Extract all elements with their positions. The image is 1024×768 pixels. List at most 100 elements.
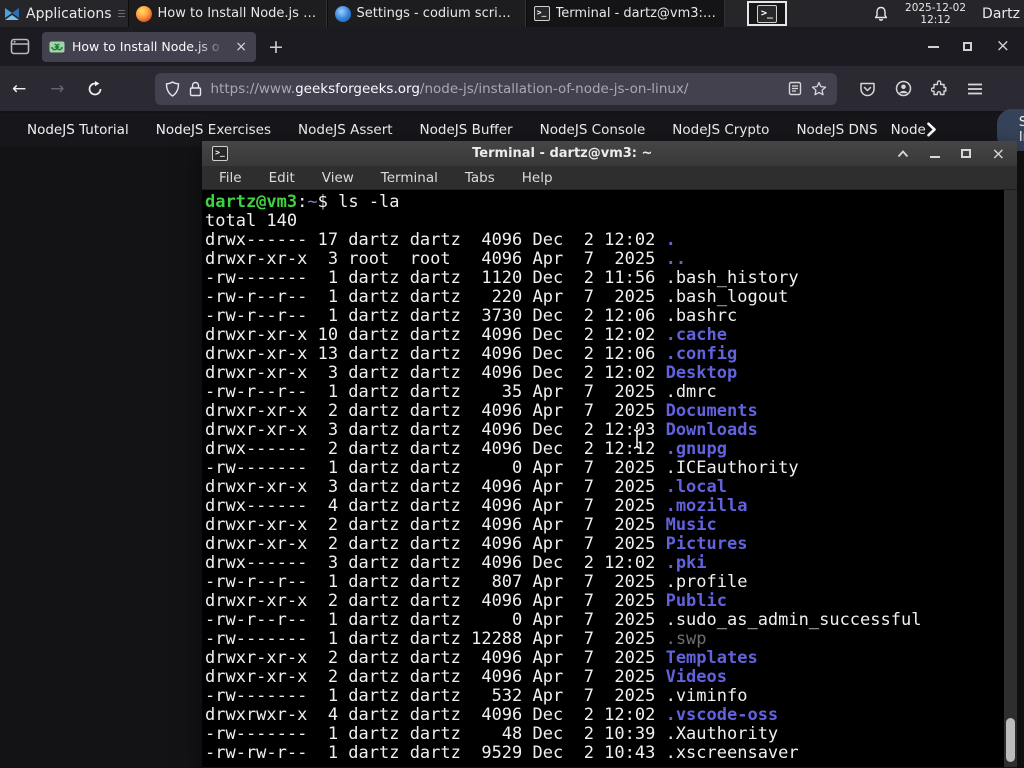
close-icon[interactable]: × xyxy=(992,145,1005,162)
terminal-launcher[interactable]: >_ xyxy=(747,1,788,26)
clock-time: 12:12 xyxy=(920,13,951,26)
taskbar-window-terminal[interactable]: >_ Terminal - dartz@vm3: ~ xyxy=(525,0,725,27)
browser-window-controls: × xyxy=(927,38,1024,55)
panel-clock[interactable]: 2025-12-02 12:12 xyxy=(905,2,966,26)
forward-icon[interactable]: → xyxy=(38,79,76,99)
reload-icon[interactable] xyxy=(87,80,103,97)
terminal-window-title: Terminal - dartz@vm3: ~ xyxy=(472,146,653,161)
tab-title: How to Install Node.js o xyxy=(72,39,220,54)
url-domain: geeksforgeeks.org xyxy=(295,80,420,97)
menu-view[interactable]: View xyxy=(322,170,354,186)
geeksforgeeks-favicon xyxy=(49,41,65,52)
terminal-line: -rw------- 1 dartz dartz 48 Dec 2 10:39 … xyxy=(205,724,779,744)
terminal-output: dartz@vm3:~$ ls -la total 140 drwx------ 1… xyxy=(202,190,1017,763)
shade-window-icon[interactable] xyxy=(897,149,909,158)
taskbar-window-codium[interactable]: Settings - codium script... xyxy=(326,0,526,27)
terminal-icon: >_ xyxy=(212,146,228,161)
clock-date: 2025-12-02 xyxy=(905,1,967,14)
terminal-icon: >_ xyxy=(533,6,550,21)
menu-help[interactable]: Help xyxy=(522,170,553,186)
terminal-title-bar[interactable]: >_ Terminal - dartz@vm3: ~ × xyxy=(202,141,1017,166)
terminal-line: -rw-r--r-- 1 dartz dartz 0 Apr 7 2025 .s… xyxy=(205,610,922,630)
toolbar-right-icons xyxy=(859,80,983,97)
terminal-line: drwxr-xr-x 2 dartz dartz 4096 Apr 7 2025… xyxy=(205,401,758,421)
firefox-icon xyxy=(135,5,152,22)
terminal-line: -rw-r--r-- 1 dartz dartz 220 Apr 7 2025 … xyxy=(205,287,789,307)
maximize-icon[interactable] xyxy=(962,42,972,51)
minimize-icon[interactable] xyxy=(929,155,940,158)
account-icon[interactable] xyxy=(895,80,912,97)
maximize-icon[interactable] xyxy=(960,149,971,158)
terminal-window: >_ Terminal - dartz@vm3: ~ × File Edit V… xyxy=(202,141,1017,768)
terminal-line: -rw------- 1 dartz dartz 532 Apr 7 2025 … xyxy=(205,686,748,706)
scrollbar-thumb[interactable] xyxy=(1006,718,1015,762)
bookmark-star-icon[interactable] xyxy=(811,81,827,97)
terminal-line: drwxr-xr-x 2 dartz dartz 4096 Apr 7 2025… xyxy=(205,667,727,687)
nav-item-console[interactable]: NodeJS Console xyxy=(540,122,646,138)
nav-item-buffer[interactable]: NodeJS Buffer xyxy=(420,122,513,138)
nav-item-exercises[interactable]: NodeJS Exercises xyxy=(156,122,271,138)
list-all-tabs-icon[interactable] xyxy=(854,42,874,51)
applications-label: Applications xyxy=(26,5,112,22)
terminal-scrollbar[interactable] xyxy=(1004,190,1017,767)
terminal-line: drwxr-xr-x 3 dartz dartz 4096 Dec 2 12:0… xyxy=(205,363,738,383)
taskbar-window-label: Terminal - dartz@vm3: ~ xyxy=(555,6,717,21)
terminal-menu-bar: File Edit View Terminal Tabs Help xyxy=(202,166,1017,190)
terminal-line: total 140 xyxy=(205,211,298,231)
terminal-line: drwx------ 4 dartz dartz 4096 Apr 7 2025… xyxy=(205,496,748,516)
back-icon[interactable]: ← xyxy=(0,79,38,99)
panel-username[interactable]: Dartz xyxy=(982,6,1020,22)
url-path: /node-js/installation-of-node-js-on-linu… xyxy=(419,80,689,97)
top-panel: Applications How to Install Node.js o...… xyxy=(0,0,1024,27)
url-text[interactable]: https://www.geeksforgeeks.org/node-js/in… xyxy=(211,81,779,97)
browser-tab-active[interactable]: How to Install Node.js o × xyxy=(42,31,256,62)
menu-edit[interactable]: Edit xyxy=(269,170,295,186)
terminal-line: drwxr-xr-x 10 dartz dartz 4096 Dec 2 12:… xyxy=(205,325,727,345)
terminal-line: -rw------- 1 dartz dartz 1120 Dec 2 11:5… xyxy=(205,268,799,288)
firefox-view-icon[interactable] xyxy=(10,38,30,55)
lock-icon[interactable] xyxy=(189,81,202,97)
menu-file[interactable]: File xyxy=(219,170,242,186)
tracking-protection-shield-icon[interactable] xyxy=(165,80,180,97)
terminal-line: -rw-r--r-- 1 dartz dartz 3730 Dec 2 12:0… xyxy=(205,306,738,326)
pocket-icon[interactable] xyxy=(859,81,876,97)
nav-item-assert[interactable]: NodeJS Assert xyxy=(298,122,393,138)
terminal-icon: >_ xyxy=(757,4,778,23)
firefox-toolbar: ← → https://www.geeksforgeeks.org/node-j… xyxy=(0,66,1024,111)
nav-item-tutorial[interactable]: NodeJS Tutorial xyxy=(27,122,129,138)
vscodium-icon xyxy=(334,5,351,22)
notification-bell-icon[interactable] xyxy=(873,6,889,22)
nav-item-truncated[interactable]: Node xyxy=(891,122,926,138)
scroll-right-chevron-icon[interactable] xyxy=(926,122,937,137)
minimize-icon[interactable] xyxy=(927,45,939,48)
panel-grip xyxy=(117,0,126,27)
menu-tabs[interactable]: Tabs xyxy=(465,170,495,186)
terminal-line: drwxr-xr-x 2 dartz dartz 4096 Apr 7 2025… xyxy=(205,591,727,611)
extensions-puzzle-icon[interactable] xyxy=(930,80,948,97)
tab-close-icon[interactable]: × xyxy=(233,39,249,55)
panel-tray: 2025-12-02 12:12 Dartz xyxy=(873,0,1024,27)
menu-terminal[interactable]: Terminal xyxy=(381,170,438,186)
nav-item-crypto[interactable]: NodeJS Crypto xyxy=(672,122,769,138)
terminal-line: dartz@vm3:~$ ls -la xyxy=(205,192,400,212)
url-scheme: https://www. xyxy=(210,80,296,97)
url-bar[interactable]: https://www.geeksforgeeks.org/node-js/in… xyxy=(154,72,837,105)
terminal-body[interactable]: dartz@vm3:~$ ls -la total 140 drwx------ 1… xyxy=(202,190,1017,767)
new-tab-button[interactable]: + xyxy=(256,36,296,58)
terminal-line: -rw------- 1 dartz dartz 0 Apr 7 2025 .I… xyxy=(205,458,799,478)
terminal-line: drwx------ 2 dartz dartz 4096 Dec 2 12:1… xyxy=(205,439,727,459)
terminal-line: drwxr-xr-x 3 dartz dartz 4096 Apr 7 2025… xyxy=(205,477,727,497)
taskbar-window-firefox[interactable]: How to Install Node.js o... xyxy=(127,0,327,27)
taskbar-window-label: Settings - codium script... xyxy=(356,6,518,21)
terminal-line: -rw-r--r-- 1 dartz dartz 807 Apr 7 2025 … xyxy=(205,572,748,592)
xfce-logo-icon xyxy=(5,7,19,20)
mouse-ibeam-cursor xyxy=(633,428,641,450)
menu-hamburger-icon[interactable] xyxy=(967,82,983,96)
terminal-line: drwxr-xr-x 3 root root 4096 Apr 7 2025 .… xyxy=(205,249,687,269)
nav-item-dns[interactable]: NodeJS DNS xyxy=(796,122,877,138)
terminal-line: -rw-r--r-- 1 dartz dartz 35 Apr 7 2025 .… xyxy=(205,382,717,402)
close-icon[interactable]: × xyxy=(996,38,1010,55)
taskbar-window-label: How to Install Node.js o... xyxy=(157,6,319,21)
applications-menu-button[interactable]: Applications xyxy=(0,0,118,27)
reader-mode-icon[interactable] xyxy=(788,81,802,96)
